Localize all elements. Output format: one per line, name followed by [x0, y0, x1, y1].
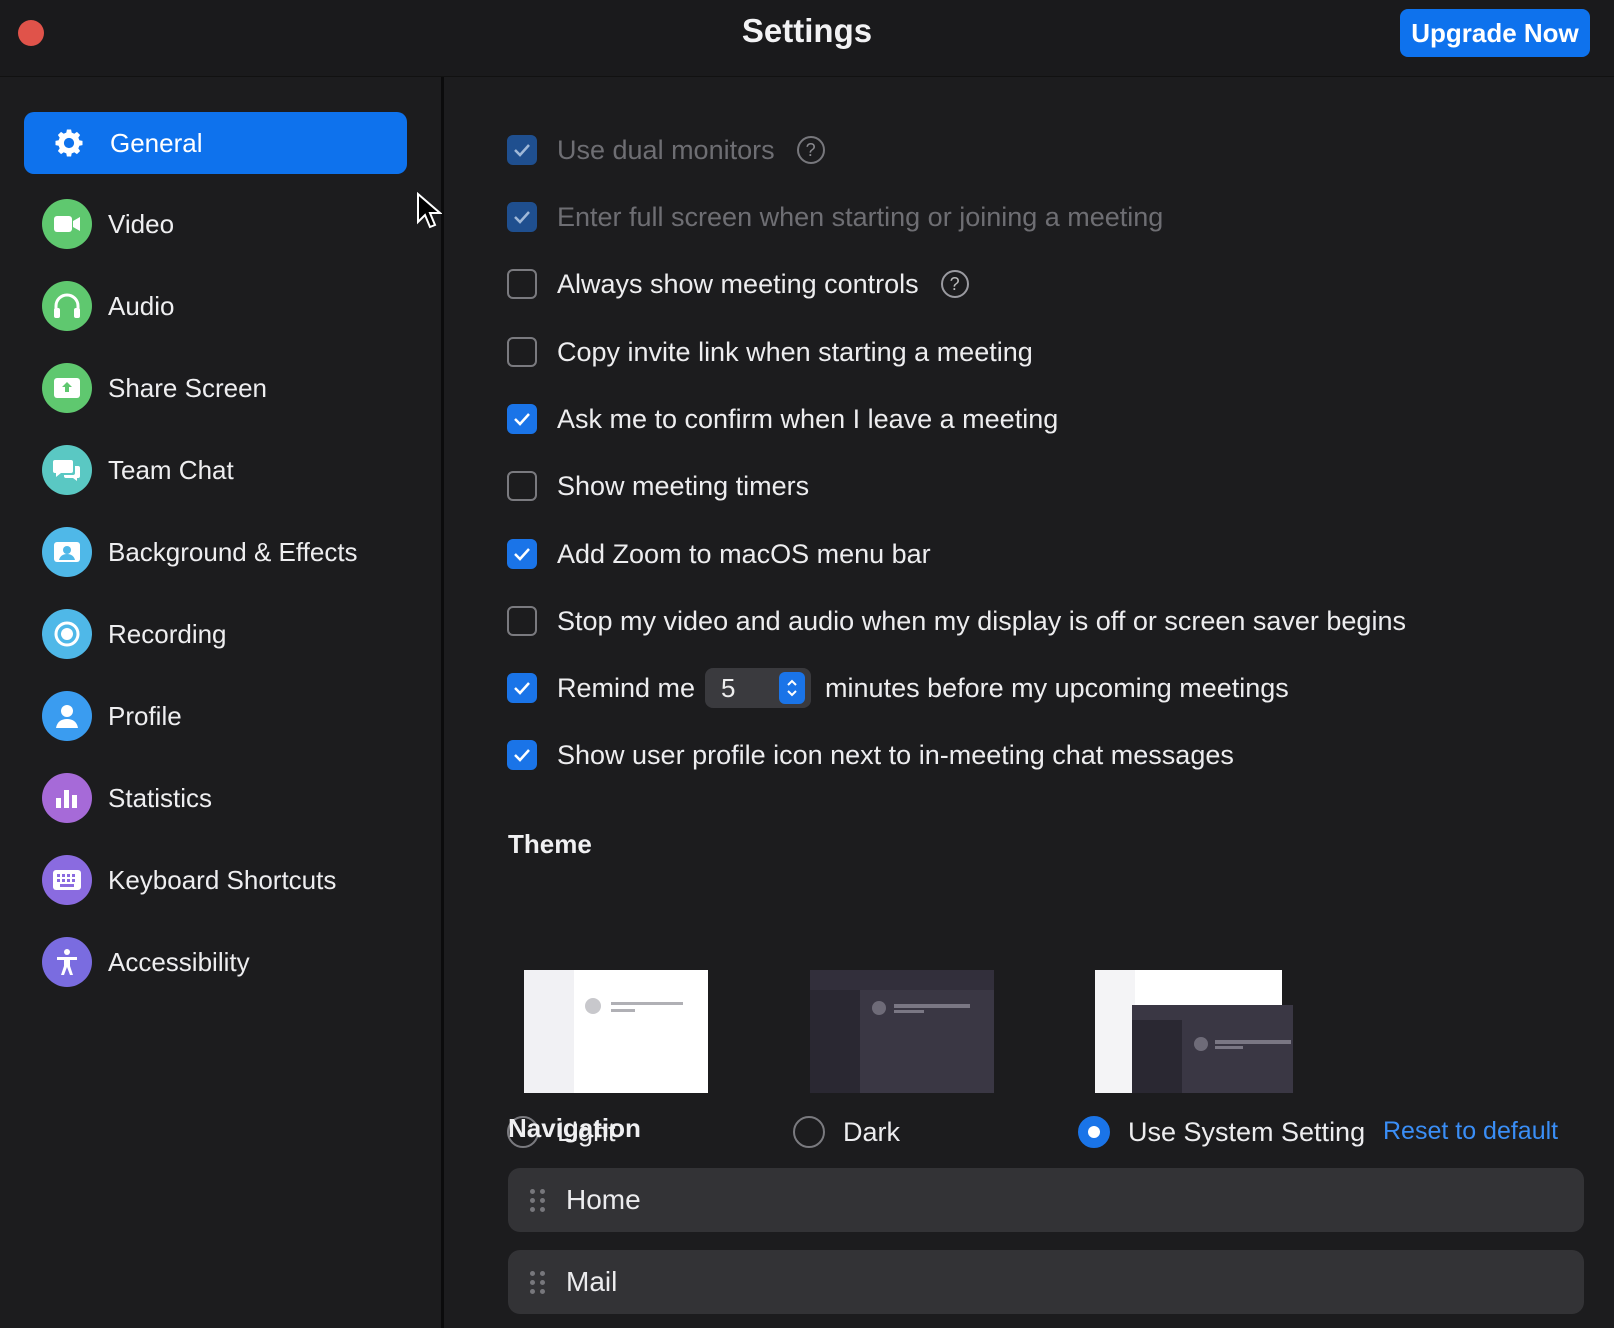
help-icon[interactable]: ?	[940, 270, 969, 298]
video-camera-icon	[42, 199, 92, 249]
theme-section-title: Theme	[508, 829, 592, 859]
sidebar-item-recording[interactable]: Recording	[24, 603, 407, 665]
option-use-dual-monitors[interactable]: Use dual monitors ?	[507, 130, 825, 170]
checkmark-icon	[514, 682, 530, 695]
sidebar-item-statistics[interactable]: Statistics	[24, 767, 407, 829]
title-bar: Settings Upgrade Now	[0, 0, 1614, 77]
theme-option-dark[interactable]: Dark	[793, 1112, 900, 1152]
checkbox[interactable]	[507, 740, 537, 770]
option-label: Copy invite link when starting a meeting	[557, 336, 1033, 367]
navigation-item-label: Home	[566, 1184, 641, 1215]
general-settings-panel: Use dual monitors ? Enter full screen wh…	[445, 77, 1614, 1328]
sidebar-item-label: General	[110, 127, 203, 158]
option-label: Show meeting timers	[557, 470, 810, 501]
headphones-icon	[42, 281, 92, 331]
accessibility-icon	[42, 937, 92, 987]
option-label: Use dual monitors	[557, 134, 775, 165]
checkmark-icon	[514, 144, 530, 157]
sidebar-item-team-chat[interactable]: Team Chat	[24, 439, 407, 501]
sidebar-item-label: Statistics	[108, 782, 213, 813]
window-title: Settings	[741, 12, 873, 49]
chat-bubbles-icon	[42, 445, 92, 495]
share-screen-icon	[42, 363, 92, 413]
sidebar-item-label: Share Screen	[108, 372, 267, 403]
sidebar-item-label: Recording	[108, 618, 227, 649]
sidebar-item-video[interactable]: Video	[24, 193, 407, 255]
help-icon[interactable]: ?	[796, 136, 825, 164]
mouse-cursor-icon	[417, 192, 442, 229]
sidebar-item-profile[interactable]: Profile	[24, 685, 407, 747]
sidebar-item-audio[interactable]: Audio	[24, 275, 407, 337]
sidebar-item-label: Profile	[108, 700, 182, 731]
navigation-item-home[interactable]: Home	[508, 1168, 1584, 1232]
option-label: Ask me to confirm when I leave a meeting	[557, 403, 1059, 434]
navigation-section-title: Navigation	[508, 1113, 641, 1143]
checkbox[interactable]	[507, 135, 537, 165]
theme-option-label: Dark	[843, 1116, 901, 1147]
checkmark-icon	[514, 413, 530, 426]
checkbox[interactable]	[507, 471, 537, 501]
option-show-meeting-timers[interactable]: Show meeting timers	[507, 466, 809, 506]
radio-button[interactable]	[1078, 1116, 1110, 1148]
theme-option-system[interactable]: Use System Setting	[1078, 1112, 1365, 1152]
person-background-icon	[42, 527, 92, 577]
checkbox[interactable]	[507, 269, 537, 299]
option-label: Always show meeting controls	[557, 268, 919, 299]
gear-icon	[48, 122, 90, 164]
drag-handle-icon[interactable]	[530, 1269, 546, 1295]
remind-suffix-label: minutes before my upcoming meetings	[825, 672, 1289, 703]
option-label: Show user profile icon next to in-meetin…	[557, 739, 1234, 770]
option-remind-me[interactable]: Remind me 5 minutes before my upcoming m…	[507, 668, 1289, 708]
theme-light-thumbnail[interactable]	[524, 970, 708, 1093]
drag-handle-icon[interactable]	[530, 1187, 546, 1213]
sidebar-item-general[interactable]: General	[24, 112, 407, 174]
theme-dark-thumbnail[interactable]	[810, 970, 994, 1093]
theme-system-thumbnail[interactable]	[1095, 970, 1293, 1093]
option-label: Enter full screen when starting or joini…	[557, 201, 1164, 232]
sidebar: General Video Audio Share Screen Team Ch…	[0, 77, 444, 1328]
option-confirm-leave[interactable]: Ask me to confirm when I leave a meeting	[507, 399, 1058, 439]
record-icon	[42, 609, 92, 659]
option-label: Stop my video and audio when my display …	[557, 605, 1406, 636]
keyboard-icon	[42, 855, 92, 905]
sidebar-item-label: Team Chat	[108, 454, 234, 485]
option-copy-invite-link[interactable]: Copy invite link when starting a meeting	[507, 332, 1033, 372]
remind-minutes-stepper[interactable]: 5	[705, 668, 812, 708]
radio-button[interactable]	[793, 1116, 825, 1148]
remind-prefix-label: Remind me	[557, 672, 696, 703]
sidebar-item-accessibility[interactable]: Accessibility	[24, 931, 407, 993]
upgrade-now-button[interactable]: Upgrade Now	[1400, 9, 1590, 57]
checkbox[interactable]	[507, 404, 537, 434]
sidebar-item-label: Keyboard Shortcuts	[108, 864, 337, 895]
theme-option-label: Use System Setting	[1128, 1116, 1366, 1147]
option-enter-full-screen[interactable]: Enter full screen when starting or joini…	[507, 197, 1163, 237]
checkmark-icon	[514, 749, 530, 762]
bar-chart-icon	[42, 773, 92, 823]
checkmark-icon	[514, 211, 530, 224]
checkbox[interactable]	[507, 673, 537, 703]
checkmark-icon	[514, 548, 530, 561]
sidebar-item-label: Background & Effects	[108, 536, 358, 567]
option-show-profile-icon[interactable]: Show user profile icon next to in-meetin…	[507, 735, 1234, 775]
checkbox[interactable]	[507, 202, 537, 232]
sidebar-item-label: Audio	[108, 290, 175, 321]
sidebar-item-keyboard-shortcuts[interactable]: Keyboard Shortcuts	[24, 849, 407, 911]
sidebar-item-background-effects[interactable]: Background & Effects	[24, 521, 407, 583]
option-add-zoom-menu-bar[interactable]: Add Zoom to macOS menu bar	[507, 534, 931, 574]
sidebar-item-share-screen[interactable]: Share Screen	[24, 357, 407, 419]
navigation-item-mail[interactable]: Mail	[508, 1250, 1584, 1314]
profile-icon	[42, 691, 92, 741]
checkbox[interactable]	[507, 337, 537, 367]
checkbox[interactable]	[507, 539, 537, 569]
option-always-show-meeting-controls[interactable]: Always show meeting controls ?	[507, 264, 969, 304]
checkbox[interactable]	[507, 606, 537, 636]
sidebar-item-label: Accessibility	[108, 946, 250, 977]
sidebar-item-label: Video	[108, 208, 175, 239]
option-label: Add Zoom to macOS menu bar	[557, 538, 931, 569]
option-stop-video-audio[interactable]: Stop my video and audio when my display …	[507, 601, 1406, 641]
navigation-item-label: Mail	[566, 1266, 618, 1297]
stepper-arrows-icon[interactable]	[779, 672, 806, 704]
reset-to-default-link[interactable]: Reset to default	[1383, 1117, 1558, 1146]
stepper-value[interactable]: 5	[721, 673, 735, 704]
